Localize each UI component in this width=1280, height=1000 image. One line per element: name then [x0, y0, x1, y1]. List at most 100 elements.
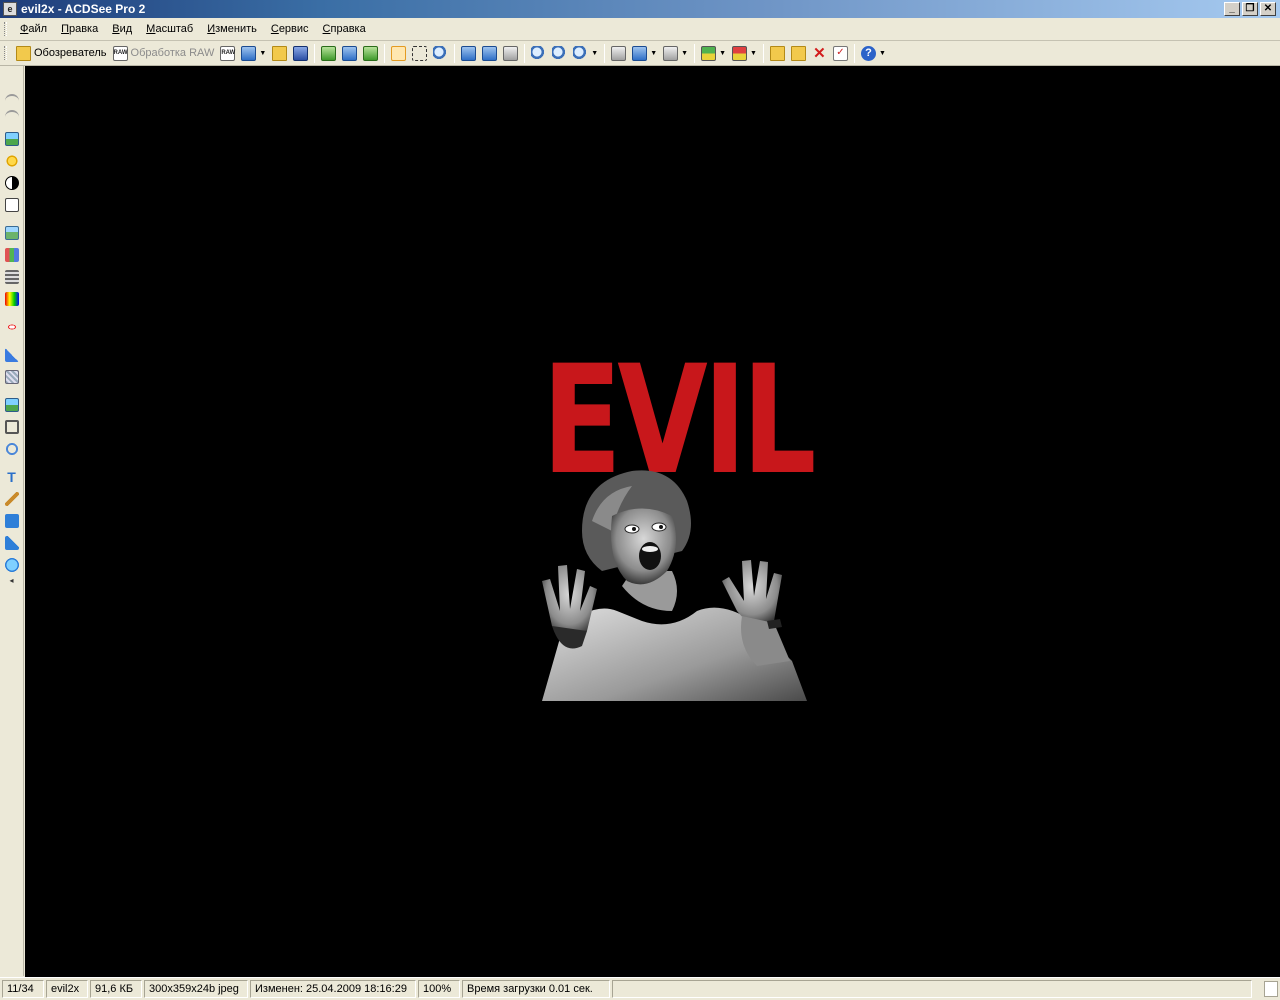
sharpen-icon[interactable] [4, 348, 19, 362]
menu-modify[interactable]: Изменить [200, 21, 264, 37]
move-to-folder-button[interactable] [788, 43, 809, 63]
palette-icon [241, 45, 257, 61]
raw-file-icon: RAW [220, 45, 236, 61]
delete-button[interactable]: ✕ [809, 43, 830, 63]
text-tool-icon[interactable]: T [5, 470, 19, 484]
status-filename: evil2x [46, 980, 88, 998]
help-button[interactable]: ? ▼ [858, 43, 889, 63]
next-image-button[interactable] [339, 43, 360, 63]
previous-image-button[interactable] [318, 43, 339, 63]
copy-to-folder-button[interactable] [767, 43, 788, 63]
wallpaper-tile-button[interactable]: ▼ [729, 43, 760, 63]
undo-icon[interactable] [4, 94, 19, 102]
delete-icon: ✕ [813, 44, 826, 62]
raw-icon: RAW [112, 45, 128, 61]
chevron-down-icon: ▼ [719, 49, 727, 57]
curves-icon[interactable] [4, 270, 19, 284]
window-title: evil2x - ACDSee Pro 2 [21, 2, 146, 16]
menu-tools[interactable]: Сервис [264, 21, 316, 37]
app-icon[interactable]: e [3, 2, 17, 16]
red-eye-icon[interactable] [4, 320, 19, 334]
menu-edit[interactable]: Правка [54, 21, 105, 37]
print-button[interactable] [608, 43, 629, 63]
rotate-icon[interactable] [4, 442, 19, 456]
menu-file[interactable]: Файл [13, 21, 54, 37]
select-tool-button[interactable] [409, 43, 430, 63]
image-canvas[interactable]: EVIL [25, 66, 1280, 977]
menu-grip[interactable] [4, 22, 7, 36]
next-image-icon [342, 45, 358, 61]
raw-processing-button[interactable]: RAW Обработка RAW [110, 43, 218, 63]
status-modified-date: Изменен: 25.04.2009 18:16:29 [250, 980, 416, 998]
color-balance-icon[interactable] [4, 292, 19, 306]
browser-button-label: Обозреватель [34, 47, 107, 59]
collapse-arrow-icon[interactable]: ◂ [9, 576, 13, 585]
title-bar: e evil2x - ACDSee Pro 2 _ ❐ ✕ [0, 0, 1280, 18]
toolbar-separator [314, 43, 316, 63]
close-button[interactable]: ✕ [1260, 2, 1276, 16]
zoom-tool-button[interactable] [430, 43, 451, 63]
properties-button[interactable]: ✓ [830, 43, 851, 63]
rotate-left-icon [461, 45, 477, 61]
toolbar-grip[interactable] [4, 46, 7, 60]
save-button[interactable] [290, 43, 311, 63]
status-dimensions: 300x359x24b jpeg [144, 980, 248, 998]
status-filesize: 91,6 КБ [90, 980, 142, 998]
rotate-right-button[interactable] [479, 43, 500, 63]
zoom-out-button[interactable] [549, 43, 570, 63]
share-button[interactable]: ▼ [629, 43, 660, 63]
zoom-fit-icon [573, 45, 589, 61]
flip-icon [503, 45, 519, 61]
browser-button[interactable]: Обозреватель [13, 43, 110, 63]
hand-icon [391, 45, 407, 61]
flip-button[interactable] [500, 43, 521, 63]
raw-convert-button[interactable]: RAW [217, 43, 238, 63]
zoom-mode-button[interactable]: ▼ [570, 43, 601, 63]
landscape-icon[interactable] [4, 226, 19, 240]
contrast-icon[interactable] [4, 176, 19, 190]
chevron-down-icon: ▼ [878, 49, 886, 57]
restore-button[interactable]: ❐ [1242, 2, 1258, 16]
effects-icon[interactable] [4, 558, 19, 572]
status-bar: 11/34 evil2x 91,6 КБ 300x359x24b jpeg Из… [0, 977, 1280, 1000]
crop-icon[interactable] [4, 420, 19, 434]
auto-advance-button[interactable] [360, 43, 381, 63]
wallpaper-button[interactable]: ▼ [698, 43, 729, 63]
status-zoom-level[interactable]: 100% [418, 980, 460, 998]
menu-view[interactable]: Вид [105, 21, 139, 37]
resize-icon[interactable] [4, 398, 19, 412]
toolbar-separator [853, 43, 855, 63]
noise-icon[interactable] [4, 370, 19, 384]
levels-icon[interactable] [4, 248, 19, 262]
border-icon[interactable] [4, 514, 19, 528]
redo-icon[interactable] [4, 110, 19, 118]
open-folder-icon [272, 45, 288, 61]
minimize-button[interactable]: _ [1224, 2, 1240, 16]
chevron-down-icon: ▼ [650, 49, 658, 57]
brush-icon[interactable] [4, 492, 19, 506]
exposure-icon[interactable] [4, 154, 19, 168]
menu-help[interactable]: Справка [316, 21, 373, 37]
portrait-icon[interactable] [4, 198, 19, 212]
toolbar-separator [384, 43, 386, 63]
status-empty-panel [612, 980, 1252, 998]
vignette-icon[interactable] [4, 536, 19, 550]
photo-repair-icon[interactable] [4, 132, 19, 146]
toolbar-separator [604, 43, 606, 63]
zoom-in-button[interactable] [528, 43, 549, 63]
open-button[interactable] [269, 43, 290, 63]
hand-tool-button[interactable] [388, 43, 409, 63]
slideshow-button[interactable]: ▼ [660, 43, 691, 63]
edit-tools-strip: T ◂ [0, 66, 24, 976]
menu-zoom[interactable]: Масштаб [139, 21, 200, 37]
slideshow-icon [663, 45, 679, 61]
edit-menu-button[interactable]: ▼ [238, 43, 269, 63]
acdsee-window: e evil2x - ACDSee Pro 2 _ ❐ ✕ Файл Правк… [0, 0, 1280, 1000]
toolbar-separator [694, 43, 696, 63]
rotate-right-icon [482, 45, 498, 61]
printer-icon [611, 45, 627, 61]
rotate-left-button[interactable] [458, 43, 479, 63]
resize-grip-icon[interactable] [1264, 981, 1278, 997]
floppy-disk-icon [293, 45, 309, 61]
wallpaper-icon [701, 45, 717, 61]
